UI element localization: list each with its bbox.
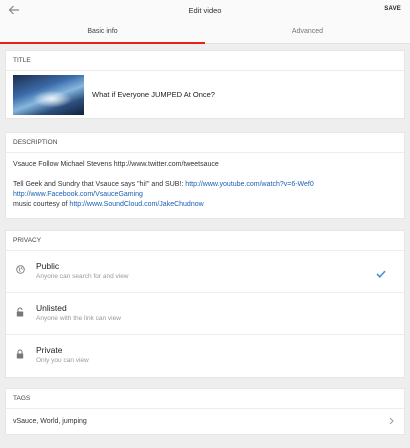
title-card: TITLE What if Everyone JUMPED At Once? [5,50,405,119]
page-title: Edit video [188,5,222,15]
privacy-option-label: Public [36,261,60,271]
privacy-option-description: Anyone can search for and view [36,273,129,280]
description-line: http://www.Facebook.com/VsauceGaming [13,190,397,200]
tags-value: vSauce, World, jumping [13,418,87,425]
tags-row[interactable]: vSauce, World, jumping [6,409,404,434]
title-row[interactable]: What if Everyone JUMPED At Once? [6,71,404,118]
back-arrow-icon[interactable] [8,3,24,17]
description-text-segment: Tell Geek and Sundry that Vsauce says "h… [13,181,186,188]
description-header: DESCRIPTION [6,133,404,153]
checkmark-icon [376,265,386,283]
soundcloud-link[interactable]: http://www.SoundCloud.com/JakeChudnow [69,201,203,208]
top-app-bar: Edit video SAVE [0,0,410,20]
chevron-right-icon [389,417,394,427]
privacy-option-label: Private [36,345,63,355]
lock-icon [14,349,26,377]
description-line: Tell Geek and Sundry that Vsauce says "h… [13,180,397,190]
description-text[interactable]: Vsauce Follow Michael Stevens http://www… [6,153,404,218]
privacy-option-description: Anyone with the link can view [36,315,121,322]
privacy-card: PRIVACY Public Anyone can search for and… [5,230,405,378]
privacy-option-description: Only you can view [36,357,89,364]
youtube-link[interactable]: http://www.youtube.com/watch?v=6-Wef0 [185,181,313,188]
description-card: DESCRIPTION Vsauce Follow Michael Steven… [5,132,405,219]
tab-advanced[interactable]: Advanced [205,20,410,43]
save-button[interactable]: SAVE [384,6,401,12]
privacy-option-label: Unlisted [36,303,67,313]
tags-card: TAGS vSauce, World, jumping [5,388,405,435]
description-text-segment: music courtesy of [13,201,70,208]
title-header: TITLE [6,51,404,71]
privacy-option-public[interactable]: Public Anyone can search for and view [6,251,404,293]
description-line: music courtesy of http://www.SoundCloud.… [13,200,397,210]
privacy-option-private[interactable]: Private Only you can view [6,335,404,377]
description-line: Vsauce Follow Michael Stevens http://www… [13,161,219,168]
privacy-header: PRIVACY [6,231,404,251]
unlock-icon [14,307,26,334]
privacy-option-unlisted[interactable]: Unlisted Anyone with the link can view [6,293,404,335]
video-title: What if Everyone JUMPED At Once? [92,90,215,99]
facebook-link[interactable]: http://www.Facebook.com/VsauceGaming [13,191,143,198]
globe-icon [14,265,26,292]
tab-bar: Basic info Advanced [0,20,410,44]
video-thumbnail [13,74,84,115]
tab-basic-info[interactable]: Basic info [0,20,205,44]
tags-header: TAGS [6,389,404,409]
